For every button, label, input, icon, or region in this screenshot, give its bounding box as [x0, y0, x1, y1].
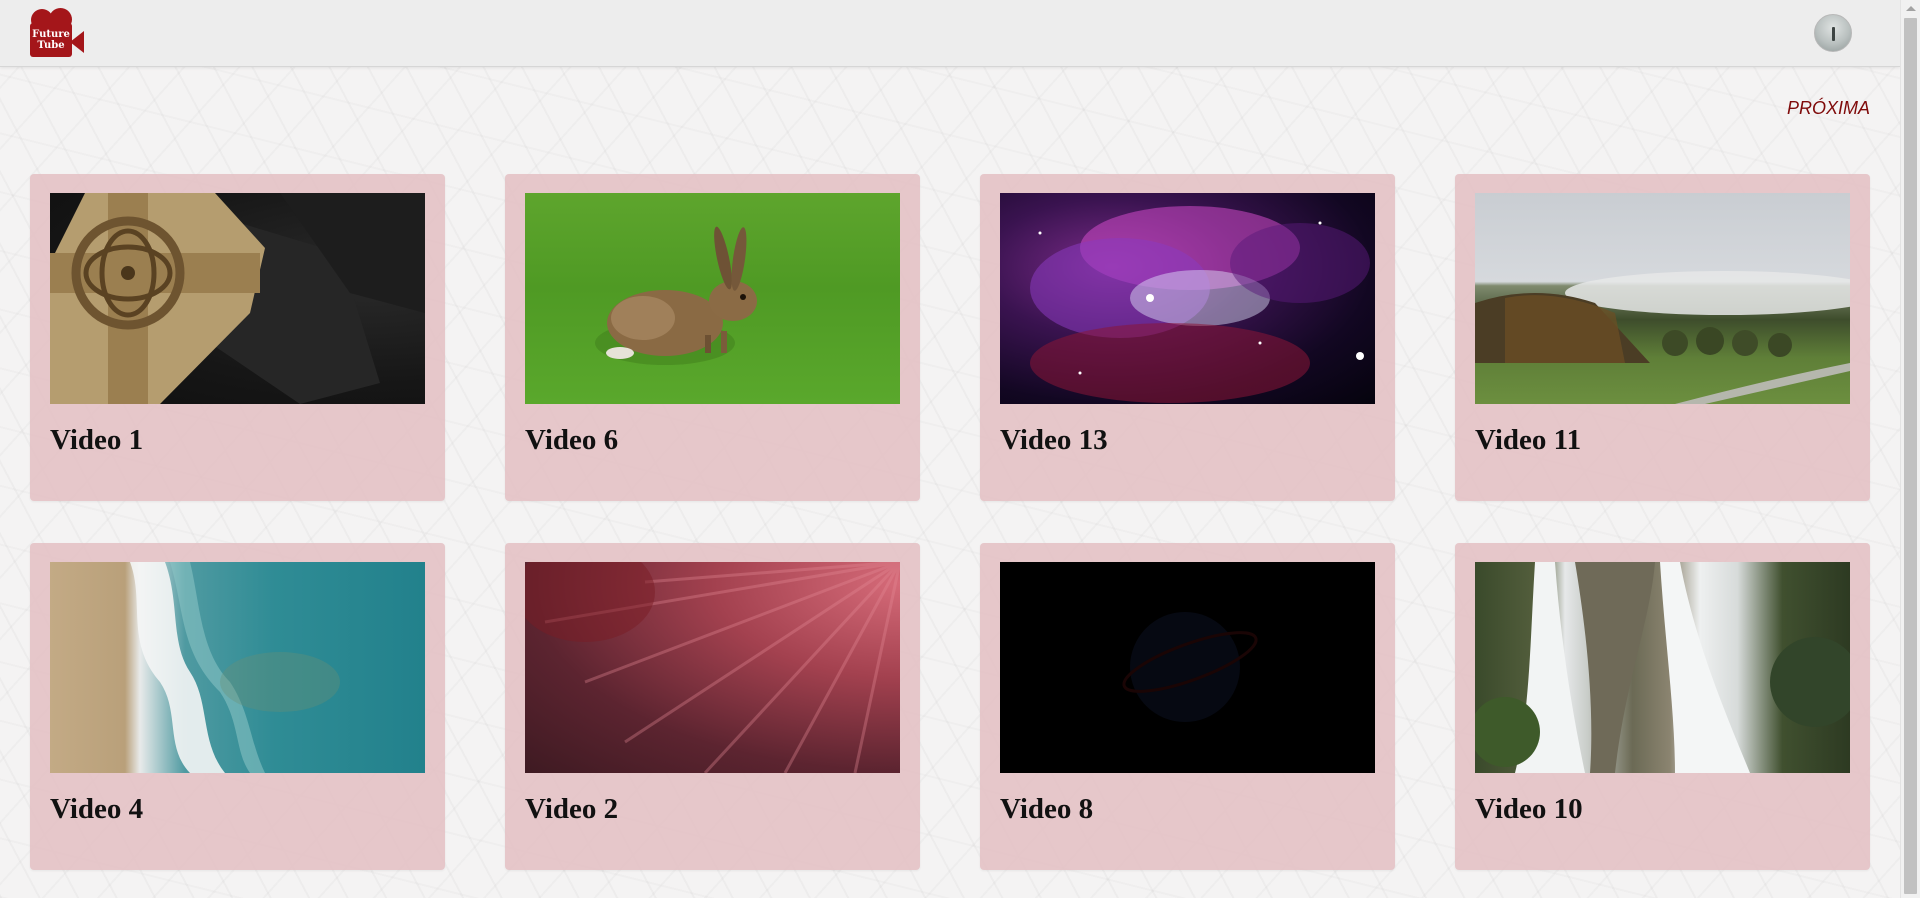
- scrollbar-thumb[interactable]: [1904, 18, 1917, 894]
- logo-text-line1: Future: [32, 29, 70, 40]
- video-title[interactable]: Video 4: [50, 793, 143, 826]
- video-card[interactable]: Video 8: [980, 543, 1395, 870]
- red-abstract-thumbnail[interactable]: [525, 562, 900, 773]
- hare-on-grass-thumbnail[interactable]: [525, 193, 900, 404]
- video-card[interactable]: Video 1: [30, 174, 445, 501]
- vertical-scrollbar[interactable]: [1900, 0, 1920, 898]
- waterfall-thumbnail[interactable]: [1475, 562, 1850, 773]
- logo-text: Future Tube: [30, 29, 72, 51]
- video-title[interactable]: Video 11: [1475, 424, 1581, 457]
- avatar-figure: [1832, 27, 1835, 41]
- video-grid: Video 1 Video 6 Video 13 Video 11 Video …: [30, 174, 1870, 870]
- video-card[interactable]: Video 6: [505, 174, 920, 501]
- misty-field-thumbnail[interactable]: [1475, 193, 1850, 404]
- future-tube-logo[interactable]: Future Tube: [28, 8, 88, 60]
- purple-nebula-thumbnail[interactable]: [1000, 193, 1375, 404]
- beach-aerial-thumbnail[interactable]: [50, 562, 425, 773]
- user-avatar-icon[interactable]: [1814, 14, 1852, 52]
- celtic-cross-thumbnail[interactable]: [50, 193, 425, 404]
- video-card[interactable]: Video 2: [505, 543, 920, 870]
- top-bar: Future Tube: [0, 0, 1900, 67]
- video-card[interactable]: Video 11: [1455, 174, 1870, 501]
- video-title[interactable]: Video 1: [50, 424, 143, 457]
- dark-nasa-logo-thumbnail[interactable]: [1000, 562, 1375, 773]
- logo-text-line2: Tube: [37, 40, 65, 51]
- next-page-link[interactable]: PRÓXIMA: [1787, 98, 1870, 119]
- video-card[interactable]: Video 10: [1455, 543, 1870, 870]
- video-title[interactable]: Video 13: [1000, 424, 1108, 457]
- video-title[interactable]: Video 2: [525, 793, 618, 826]
- video-card[interactable]: Video 13: [980, 174, 1395, 501]
- video-title[interactable]: Video 10: [1475, 793, 1583, 826]
- logo-lens: [70, 31, 84, 53]
- video-title[interactable]: Video 8: [1000, 793, 1093, 826]
- scroll-up-arrow-icon[interactable]: [1906, 6, 1916, 11]
- video-card[interactable]: Video 4: [30, 543, 445, 870]
- video-title[interactable]: Video 6: [525, 424, 618, 457]
